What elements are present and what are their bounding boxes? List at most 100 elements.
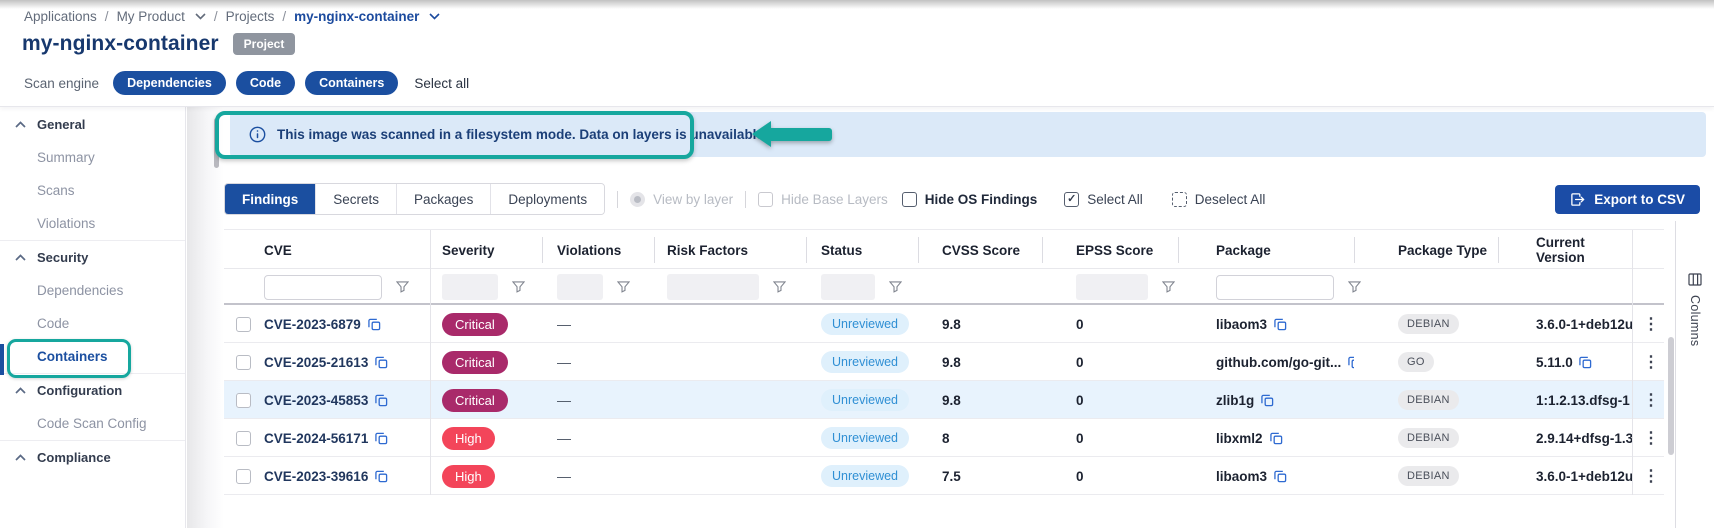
sidebar-item-violations[interactable]: Violations [0,207,185,240]
copy-icon[interactable] [1579,356,1592,369]
row-kebab-menu[interactable]: ⋮ [1643,314,1659,334]
sidebar-item-summary[interactable]: Summary [0,141,185,174]
copy-icon[interactable] [1270,432,1283,445]
copy-icon[interactable] [375,432,388,445]
row-checkbox[interactable] [236,469,251,484]
sidebar-item-containers[interactable]: Containers [0,340,185,373]
sidebar-item-code[interactable]: Code [0,307,185,340]
view-by-layer-radio[interactable] [630,192,645,207]
package-name: libaom3 [1216,317,1267,332]
cvss-score-value: 9.8 [942,355,961,370]
copy-icon[interactable] [375,356,388,369]
breadcrumb-current-project[interactable]: my-nginx-container [294,9,419,24]
engines-select-all[interactable]: Select all [414,76,469,91]
sidebar-section-compliance[interactable]: Compliance [0,440,185,474]
engine-pill-containers[interactable]: Containers [305,71,398,95]
filter-icon[interactable] [1162,281,1175,293]
row-checkbox[interactable] [236,317,251,332]
sidebar-section-configuration[interactable]: Configuration [0,373,185,407]
sidebar-item-dependencies[interactable]: Dependencies [0,274,185,307]
table-scrollbar[interactable] [1668,337,1674,455]
column-header-package[interactable]: Package [1178,230,1354,270]
hide-os-findings-control: Hide OS Findings [902,192,1038,207]
row-kebab-menu[interactable]: ⋮ [1643,352,1659,372]
package-name: zlib1g [1216,393,1254,408]
tab-deployments[interactable]: Deployments [490,184,604,214]
violations-value: — [557,316,571,332]
severity-badge: Critical [442,351,508,374]
epss-score-value: 0 [1076,355,1084,370]
filter-icon[interactable] [773,281,786,293]
filter-icon[interactable] [889,281,902,293]
export-to-csv-button[interactable]: Export to CSV [1555,185,1700,214]
deselect-all-icon[interactable] [1172,192,1187,207]
status-badge: Unreviewed [821,351,909,373]
columns-panel-toggle[interactable]: Columns [1675,221,1714,528]
cve-link[interactable]: CVE-2025-21613 [264,355,368,370]
filter-icon[interactable] [512,281,525,293]
cve-link[interactable]: CVE-2024-56171 [264,431,368,446]
row-checkbox[interactable] [236,431,251,446]
column-header-cvss-score[interactable]: CVSS Score [918,230,1042,270]
column-header-severity[interactable]: Severity [430,230,542,270]
column-header-risk-factors[interactable]: Risk Factors [654,230,806,270]
export-button-label: Export to CSV [1594,192,1685,207]
cvss-score-value: 8 [942,431,950,446]
column-header-cve[interactable]: CVE [262,230,430,270]
status-badge: Unreviewed [821,427,909,449]
page-header: Applications / My Product / Projects / m… [0,0,1714,107]
filter-cell-risk-factors [654,269,806,305]
sidebar-item-scans[interactable]: Scans [0,174,185,207]
copy-icon[interactable] [1274,470,1287,483]
row-checkbox[interactable] [236,393,251,408]
cvss-score-value: 9.8 [942,317,961,332]
filter-actions-cell [1632,269,1664,305]
tab-packages[interactable]: Packages [396,184,490,214]
row-kebab-menu[interactable]: ⋮ [1643,466,1659,486]
copy-icon[interactable] [1261,394,1274,407]
hide-os-findings-checkbox[interactable] [902,192,917,207]
filter-icon[interactable] [396,281,409,293]
page-scrollbar[interactable] [214,118,219,168]
tab-secrets[interactable]: Secrets [315,184,396,214]
project-badge: Project [233,33,296,55]
column-header-current-version[interactable]: Current Version [1498,230,1632,270]
cve-filter-input[interactable] [264,275,382,300]
breadcrumb-my-product[interactable]: My Product [117,9,185,24]
chevron-down-icon[interactable] [429,13,440,20]
deselect-all-control: Deselect All [1172,192,1266,207]
cve-link[interactable]: CVE-2023-39616 [264,469,368,484]
sidebar-section-security[interactable]: Security [0,240,185,274]
sidebar-section-general[interactable]: General [0,107,185,141]
engine-pill-dependencies[interactable]: Dependencies [113,71,226,95]
filter-icon[interactable] [617,281,630,293]
copy-icon[interactable] [368,318,381,331]
hide-base-layers-checkbox[interactable] [758,192,773,207]
cve-link[interactable]: CVE-2023-45853 [264,393,368,408]
sidebar-section-label: General [37,117,85,132]
cve-link[interactable]: CVE-2023-6879 [264,317,361,332]
column-header-package-type[interactable]: Package Type [1354,230,1498,270]
copy-icon[interactable] [375,470,388,483]
column-header-status[interactable]: Status [806,230,918,270]
column-header-epss-score[interactable]: EPSS Score [1042,230,1178,270]
row-kebab-menu[interactable]: ⋮ [1643,428,1659,448]
select-all-checkbox[interactable]: ✓ [1064,192,1079,207]
column-header-violations[interactable]: Violations [542,230,654,270]
copy-icon[interactable] [1274,318,1287,331]
table-row: CVE-2023-39616 High — Unreviewed 7.5 0 l… [224,457,1664,495]
chevron-up-icon [15,254,26,261]
row-kebab-menu[interactable]: ⋮ [1643,390,1659,410]
package-filter-input[interactable] [1216,275,1334,300]
row-checkbox[interactable] [236,355,251,370]
epss-score-value: 0 [1076,393,1084,408]
breadcrumb-projects[interactable]: Projects [226,9,275,24]
status-badge: Unreviewed [821,389,909,411]
chevron-down-icon[interactable] [195,13,206,20]
view-by-layer-label: View by layer [653,192,733,207]
sidebar-item-code-scan-config[interactable]: Code Scan Config [0,407,185,440]
tab-findings[interactable]: Findings [225,184,315,214]
engine-pill-code[interactable]: Code [236,71,295,95]
copy-icon[interactable] [375,394,388,407]
breadcrumb-applications[interactable]: Applications [24,9,97,24]
